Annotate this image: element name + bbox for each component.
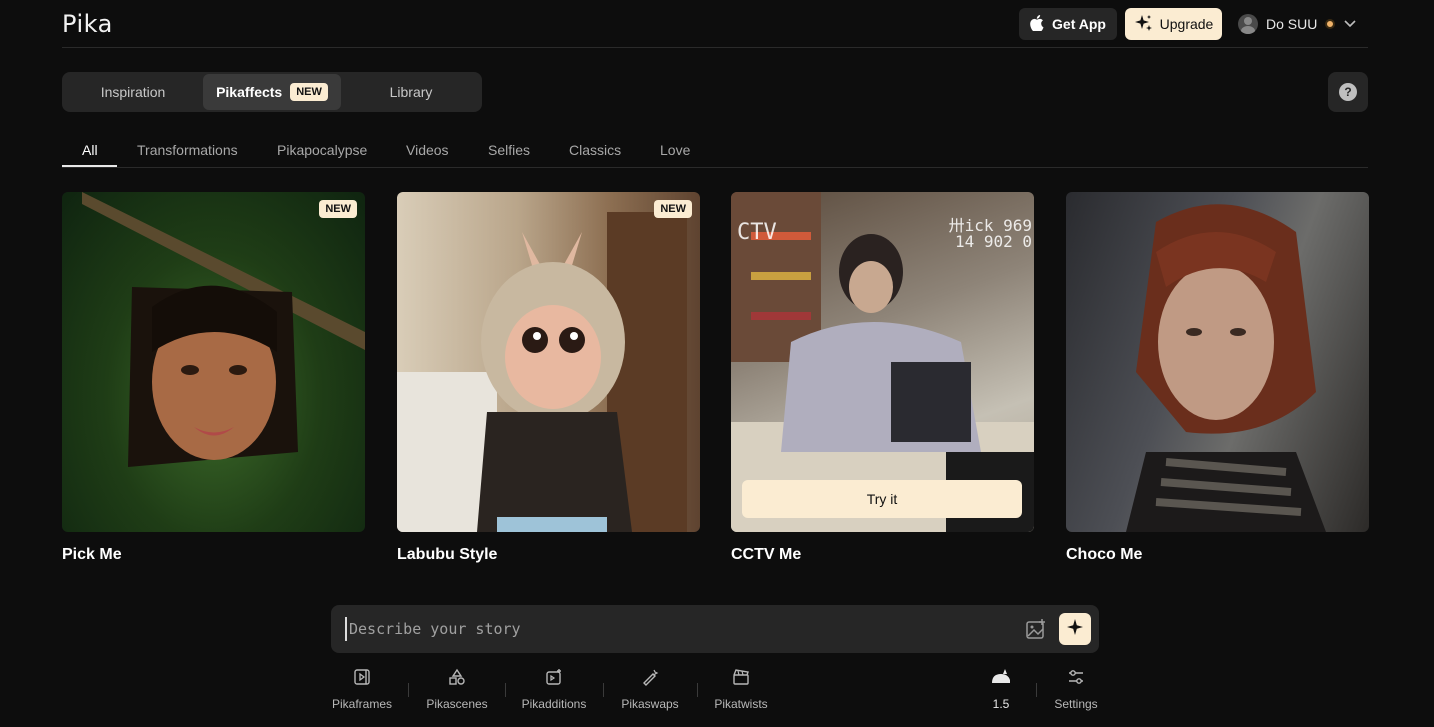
scenes-icon <box>448 668 466 691</box>
toolbar-divider <box>1036 683 1037 697</box>
cctv-overlay-time: 14 902 0 <box>954 232 1032 251</box>
status-dot <box>1325 19 1336 29</box>
category-transformations[interactable]: Transformations <box>137 142 238 158</box>
get-app-button[interactable]: Get App <box>1019 8 1117 40</box>
tool-label: Pikaswaps <box>621 697 679 711</box>
image-upload-icon[interactable] <box>1025 618 1047 640</box>
new-badge: NEW <box>654 200 692 218</box>
tool-label: Pikaframes <box>331 697 393 711</box>
question-icon: ? <box>1339 83 1357 101</box>
card-title-labubu-style: Labubu Style <box>397 546 498 563</box>
tool-pikadditions[interactable]: Pikadditions <box>520 668 588 711</box>
prompt-bar <box>331 605 1099 653</box>
settings-button[interactable]: Settings <box>1052 668 1100 711</box>
cctv-overlay-label: CTV <box>737 220 777 245</box>
effect-card-cctv-me[interactable]: CTV 卅ick 969 14 902 0 Try it <box>731 192 1034 532</box>
tab-label: Inspiration <box>100 84 166 100</box>
model-version: 1.5 <box>992 697 1010 711</box>
chevron-down-icon <box>1343 16 1357 33</box>
user-name: Do SUU <box>1266 16 1318 32</box>
toolbar-divider <box>603 683 604 697</box>
category-love[interactable]: Love <box>660 142 690 158</box>
user-menu[interactable]: Do SUU <box>1238 12 1357 36</box>
tab-library[interactable]: Library <box>342 74 480 110</box>
tool-label: Pikatwists <box>714 697 768 711</box>
category-classics[interactable]: Classics <box>569 142 621 158</box>
effect-card-choco-me[interactable] <box>1066 192 1369 532</box>
sparkle-icon <box>1134 13 1154 36</box>
sparkle-icon <box>1067 618 1083 640</box>
new-badge: NEW <box>319 200 357 218</box>
new-badge: NEW <box>290 83 328 101</box>
card-title-cctv-me: CCTV Me <box>731 546 802 563</box>
avatar <box>1238 14 1258 34</box>
card-title-choco-me: Choco Me <box>1066 546 1143 563</box>
toolbar-divider <box>505 683 506 697</box>
swaps-icon <box>641 668 659 691</box>
additions-icon <box>545 668 563 691</box>
category-pikapocalypse[interactable]: Pikapocalypse <box>277 142 367 158</box>
tool-pikaswaps[interactable]: Pikaswaps <box>619 668 681 711</box>
category-tabs: All Transformations Pikapocalypse Videos… <box>62 132 1368 168</box>
generate-button[interactable] <box>1059 613 1091 645</box>
card-thumbnail <box>1126 204 1326 532</box>
tool-pikatwists[interactable]: Pikatwists <box>711 668 771 711</box>
tool-pikascenes[interactable]: Pikascenes <box>424 668 490 711</box>
main-tabs: Inspiration Pikaffects NEW Library <box>62 72 482 112</box>
twists-icon <box>732 668 750 691</box>
card-thumbnail <box>82 192 365 467</box>
frames-icon <box>353 668 371 691</box>
get-app-label: Get App <box>1052 16 1106 32</box>
rabbit-icon <box>990 668 1012 691</box>
category-all[interactable]: All <box>82 142 98 158</box>
toolbar-divider <box>697 683 698 697</box>
tool-label: Pikascenes <box>426 697 488 711</box>
tool-label: Pikadditions <box>521 697 587 711</box>
active-tab-indicator <box>62 165 117 167</box>
tab-pikaffects[interactable]: Pikaffects NEW <box>203 74 341 110</box>
apple-icon <box>1030 14 1044 34</box>
effect-card-labubu-style[interactable]: NEW <box>397 192 700 532</box>
card-title-pick-me: Pick Me <box>62 546 122 563</box>
tab-label: Pikaffects <box>216 84 283 100</box>
try-it-button[interactable]: Try it <box>742 480 1022 518</box>
upgrade-button[interactable]: Upgrade <box>1125 8 1222 40</box>
upgrade-label: Upgrade <box>1159 16 1214 32</box>
sliders-icon <box>1067 668 1085 691</box>
top-header: Pika Get App Upgrade Do SUU <box>62 0 1368 48</box>
tool-pikaframes[interactable]: Pikaframes <box>331 668 393 711</box>
story-input[interactable] <box>345 617 1005 641</box>
help-button[interactable]: ? <box>1328 72 1368 112</box>
model-selector[interactable]: 1.5 <box>986 668 1016 711</box>
category-videos[interactable]: Videos <box>406 142 449 158</box>
category-selfies[interactable]: Selfies <box>488 142 530 158</box>
toolbar-divider <box>408 683 409 697</box>
effect-card-pick-me[interactable]: NEW <box>62 192 365 532</box>
tab-inspiration[interactable]: Inspiration <box>64 74 202 110</box>
settings-label: Settings <box>1054 697 1098 711</box>
card-thumbnail <box>397 212 687 532</box>
tab-label: Library <box>389 84 433 100</box>
pika-logo[interactable]: Pika <box>62 10 113 38</box>
